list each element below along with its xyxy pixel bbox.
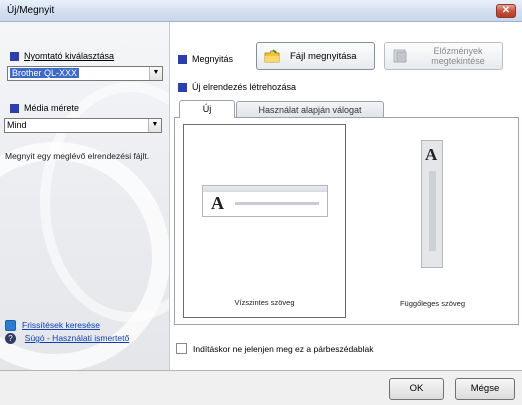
vertical-label-preview: A [421, 140, 443, 268]
help-icon: ? [5, 333, 16, 344]
title-bar: Új/Megnyit ✕ [0, 0, 522, 22]
update-link-row[interactable]: Frissítések keresése [5, 320, 100, 331]
horizontal-glyph: A [211, 193, 224, 213]
close-button[interactable]: ✕ [496, 4, 516, 18]
help-link-row[interactable]: ? Súgó - Használati ismertető [5, 333, 132, 344]
dropdown-arrow-icon[interactable]: ▼ [148, 119, 161, 132]
printer-label: Nyomtató kiválasztása [10, 51, 114, 61]
preview-text-line [235, 202, 319, 205]
tab-panel: A Vízszintes szöveg A Függőleges szöveg [174, 117, 519, 325]
update-icon [5, 320, 16, 331]
ok-button[interactable]: OK [389, 378, 444, 400]
horizontal-label-preview: A [202, 185, 328, 217]
window-title: Új/Megnyit [7, 5, 55, 16]
startup-checkbox[interactable] [176, 343, 187, 354]
cancel-button[interactable]: Mégse [455, 378, 515, 400]
folder-icon [264, 49, 280, 63]
section-marker-icon [178, 54, 187, 64]
update-link[interactable]: Frissítések keresése [22, 320, 100, 330]
close-icon: ✕ [501, 5, 511, 16]
preview-text-line [429, 171, 436, 251]
dropdown-arrow-icon[interactable]: ▼ [149, 67, 162, 80]
horizontal-text-card[interactable]: A Vízszintes szöveg [183, 124, 346, 318]
printer-select[interactable]: Brother QL-XXX ▼ [7, 66, 163, 81]
section-marker-icon [10, 51, 19, 61]
startup-checkbox-label: Indításkor ne jelenjen meg ez a párbeszé… [193, 344, 374, 354]
help-link[interactable]: Súgó - Használati ismertető [22, 333, 132, 343]
footer: OK Mégse [0, 371, 522, 405]
new-layout-option[interactable]: Új elrendezés létrehozása [178, 82, 296, 92]
section-marker-icon [10, 103, 19, 113]
history-button[interactable]: Előzmények megtekintése [384, 42, 503, 70]
description-text: Megnyit egy meglévő elrendezési fájlt. [5, 151, 150, 161]
left-panel: Nyomtató kiválasztása Brother QL-XXX ▼ M… [0, 22, 170, 370]
open-file-button[interactable]: Fájl megnyitása [256, 42, 375, 70]
tab-usage-based[interactable]: Használat alapján válogat [236, 101, 384, 118]
history-icon [392, 49, 408, 63]
section-marker-icon [178, 82, 187, 92]
media-size-label: Média mérete [10, 103, 79, 113]
vertical-glyph: A [425, 145, 438, 164]
open-option[interactable]: Megnyitás [178, 54, 233, 64]
vertical-text-card[interactable]: A Függőleges szöveg [351, 124, 514, 318]
preview-tape-edge [203, 186, 327, 192]
vertical-text-label: Függőleges szöveg [399, 299, 466, 308]
tab-new[interactable]: Új [179, 100, 235, 118]
horizontal-text-label: Vízszintes szöveg [234, 298, 295, 307]
media-size-select[interactable]: Mind ▼ [4, 118, 162, 133]
